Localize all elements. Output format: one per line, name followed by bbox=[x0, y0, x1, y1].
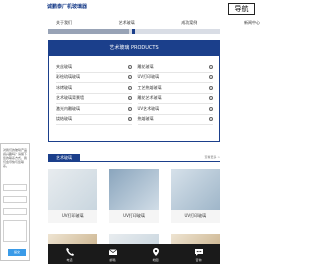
phone-field[interactable] bbox=[3, 196, 27, 203]
product-item-label: 艺术玻璃背景墙 bbox=[56, 95, 84, 101]
contact-dialog: 对我们的玻璃产品感兴趣吗？请留下您的联系方式，我们会尽快与您联系。 提交 bbox=[0, 143, 30, 261]
product-item-hot-melt-glass[interactable]: 热熔玻璃 › bbox=[137, 115, 213, 125]
product-item-carved-glass[interactable]: 雕花玻璃 › bbox=[137, 62, 213, 73]
email-field[interactable] bbox=[3, 208, 27, 215]
bottom-phone-button[interactable]: 电话 bbox=[59, 247, 81, 262]
product-item-label: 彩绘琉璃玻璃 bbox=[56, 74, 80, 80]
arrow-right-icon: › bbox=[209, 85, 213, 90]
product-item-laser-glass[interactable]: 激光内雕玻璃 › bbox=[56, 104, 132, 115]
bottom-chat-button[interactable]: 咨询 bbox=[188, 247, 210, 262]
art-glass-section-header: 艺术玻璃 查看更多 > bbox=[48, 154, 220, 162]
product-item-uv-art-glass[interactable]: UV艺术玻璃 › bbox=[137, 104, 213, 115]
bottom-location-label: 地图 bbox=[152, 257, 159, 262]
product-item-label: 热熔玻璃 bbox=[137, 116, 154, 122]
products-panel: 艺术玻璃 PRODUCTS 夹丝玻璃 › 雕花玻璃 › 彩绘琉璃玻璃 › UV打印玻璃… bbox=[48, 40, 220, 142]
product-card[interactable]: UV打印玻璃 bbox=[48, 169, 98, 223]
product-card-title: UV打印玻璃 bbox=[184, 213, 207, 218]
products-list: 夹丝玻璃 › 雕花玻璃 › 彩绘琉璃玻璃 › UV打印玻璃 › 冰烤玻璃 › 工艺热熔玻璃… bbox=[49, 56, 219, 125]
tab-news[interactable]: 新闻中心 bbox=[236, 20, 268, 29]
product-item-label: 雕花艺术玻璃 bbox=[137, 95, 162, 101]
product-image bbox=[170, 169, 220, 210]
top-nav-tabs: 关于我们 艺术玻璃 成功案例 新闻中心 bbox=[48, 20, 268, 29]
product-item-sintered-glass[interactable]: 烧结玻璃 › bbox=[56, 115, 132, 125]
contact-dialog-text: 对我们的玻璃产品感兴趣吗？请留下您的联系方式，我们会尽快与您联系。 bbox=[3, 148, 28, 168]
bottom-mail-button[interactable]: 邮箱 bbox=[102, 247, 124, 262]
product-image bbox=[109, 169, 159, 210]
product-image bbox=[48, 169, 98, 210]
banner-progress-fill bbox=[48, 29, 129, 34]
product-item-label: 激光内雕玻璃 bbox=[56, 105, 80, 111]
product-item-label: 夹丝玻璃 bbox=[56, 63, 72, 69]
section-more-link[interactable]: 查看更多 > bbox=[205, 155, 220, 159]
arrow-right-icon: › bbox=[209, 75, 213, 80]
product-item-label: UV打印玻璃 bbox=[137, 74, 160, 80]
banner-progress[interactable] bbox=[48, 29, 220, 34]
phone-icon bbox=[65, 247, 74, 256]
nav-menu-button[interactable]: 导航 bbox=[228, 3, 255, 15]
arrow-right-icon: › bbox=[209, 106, 213, 111]
product-item-label: 冰烤玻璃 bbox=[56, 84, 72, 90]
product-card[interactable]: UV打印玻璃 bbox=[170, 169, 220, 223]
arrow-right-icon: › bbox=[209, 96, 213, 101]
bottom-mail-label: 邮箱 bbox=[109, 257, 116, 262]
tab-about[interactable]: 关于我们 bbox=[48, 20, 80, 29]
product-item-ice-glass[interactable]: 冰烤玻璃 › bbox=[56, 83, 132, 94]
bottom-toolbar: 电话 邮箱 地图 咨询 bbox=[48, 244, 220, 264]
products-panel-title: 艺术玻璃 PRODUCTS bbox=[49, 41, 219, 56]
site-logo[interactable]: 诚鹏泰厂机玻璃器 bbox=[47, 3, 87, 10]
arrow-right-icon: › bbox=[209, 64, 213, 69]
product-card-title: UV打印玻璃 bbox=[123, 213, 145, 218]
banner-progress-marker bbox=[132, 29, 135, 34]
product-item-uv-print[interactable]: UV打印玻璃 › bbox=[137, 73, 213, 83]
arrow-right-icon: › bbox=[209, 117, 213, 122]
chat-icon bbox=[194, 248, 203, 256]
submit-button[interactable]: 提交 bbox=[8, 249, 26, 256]
bottom-chat-label: 咨询 bbox=[195, 257, 202, 262]
name-field[interactable] bbox=[3, 184, 27, 191]
product-item-carved-art-glass[interactable]: 雕花艺术玻璃 › bbox=[137, 94, 213, 104]
mail-icon bbox=[108, 248, 117, 255]
arrow-right-icon: › bbox=[127, 96, 132, 101]
section-divider bbox=[48, 161, 220, 162]
tab-art-glass[interactable]: 艺术玻璃 bbox=[111, 20, 143, 29]
arrow-right-icon: › bbox=[127, 85, 132, 90]
product-card-title: UV打印玻璃 bbox=[61, 213, 84, 218]
bottom-phone-label: 电话 bbox=[66, 257, 73, 262]
site-header: 诚鹏泰厂机玻璃器 导航 bbox=[0, 0, 270, 20]
product-item-painted-glass[interactable]: 彩绘琉璃玻璃 › bbox=[56, 73, 132, 83]
arrow-right-icon: › bbox=[127, 75, 132, 80]
bottom-location-button[interactable]: 地图 bbox=[145, 247, 167, 262]
location-icon bbox=[152, 247, 159, 256]
product-item-label: 烧结玻璃 bbox=[56, 116, 72, 122]
product-item-label: 雕花玻璃 bbox=[137, 63, 154, 69]
arrow-right-icon: › bbox=[127, 117, 132, 122]
product-item-label: 工艺热熔玻璃 bbox=[137, 84, 162, 90]
product-item-background-wall[interactable]: 艺术玻璃背景墙 › bbox=[56, 94, 132, 104]
tab-cases[interactable]: 成功案例 bbox=[173, 20, 205, 29]
product-item-fused-glass[interactable]: 工艺热熔玻璃 › bbox=[137, 83, 213, 94]
message-field[interactable] bbox=[3, 220, 27, 242]
arrow-right-icon: › bbox=[127, 64, 132, 69]
product-item-wired-glass[interactable]: 夹丝玻璃 › bbox=[56, 62, 132, 73]
product-item-label: UV艺术玻璃 bbox=[137, 105, 160, 111]
product-card[interactable]: UV打印玻璃 bbox=[109, 169, 159, 223]
arrow-right-icon: › bbox=[127, 106, 132, 111]
